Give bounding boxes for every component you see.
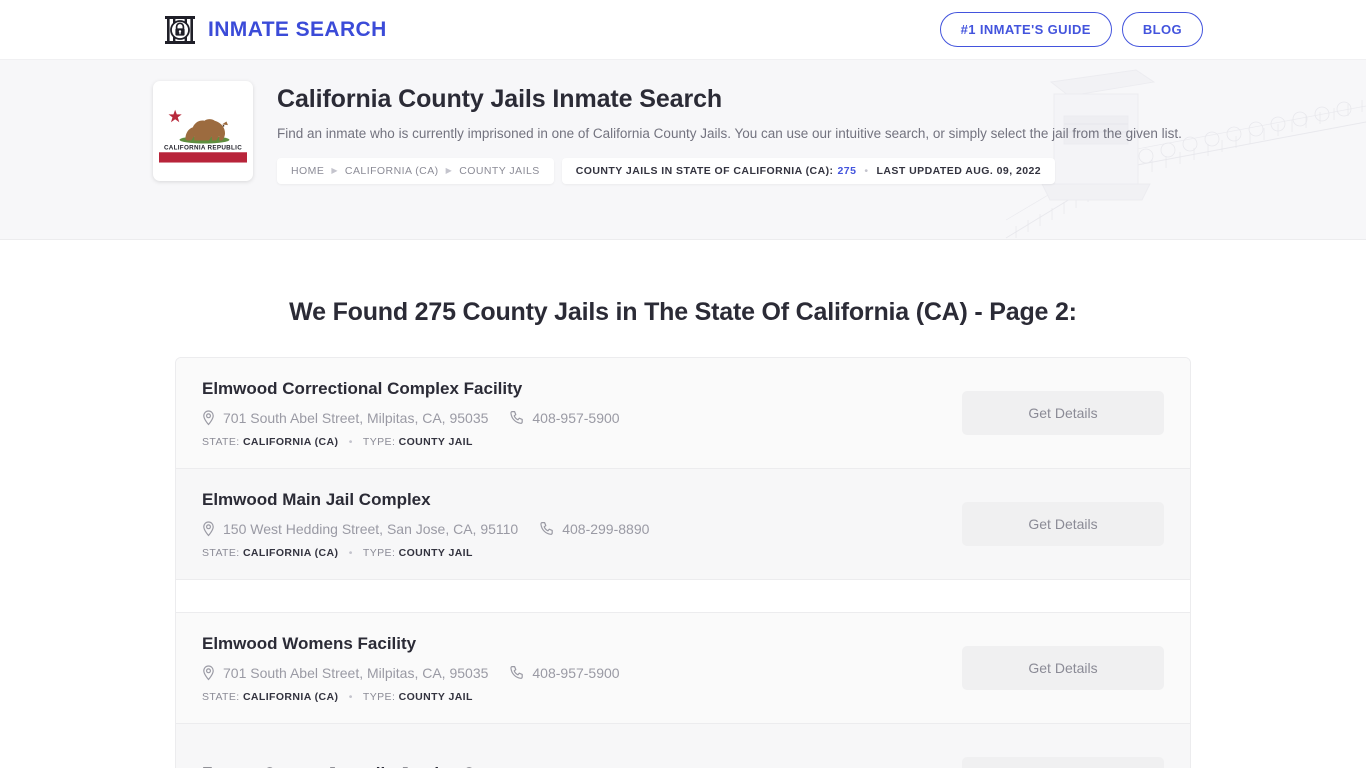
svg-text:CALIFORNIA REPUBLIC: CALIFORNIA REPUBLIC bbox=[164, 144, 242, 151]
type-label: TYPE: bbox=[362, 690, 396, 703]
facility-address-text: 150 West Hedding Street, San Jose, CA, 9… bbox=[223, 520, 519, 537]
breadcrumb-item-state[interactable]: CALIFORNIA (CA) bbox=[345, 165, 439, 177]
facility-phone-text: 408-957-5900 bbox=[532, 664, 620, 681]
state-value: CALIFORNIA (CA) bbox=[242, 690, 339, 703]
stats-last-updated: LAST UPDATED AUG. 09, 2022 bbox=[876, 164, 1042, 177]
facility-phone[interactable]: 408-299-8890 bbox=[540, 521, 649, 537]
facility-address-text: 701 South Abel Street, Milpitas, CA, 950… bbox=[223, 409, 489, 426]
brand-home-link[interactable]: INMATE SEARCH bbox=[163, 13, 387, 47]
facility-name[interactable]: Elmwood Correctional Complex Facility bbox=[202, 379, 962, 399]
facility-phone[interactable]: 408-957-5900 bbox=[510, 664, 620, 681]
facility-info: Elmwood Correctional Complex Facility 70… bbox=[202, 379, 962, 448]
facility-address: 701 South Abel Street, Milpitas, CA, 950… bbox=[202, 410, 488, 426]
stats-label: COUNTY JAILS IN STATE OF CALIFORNIA (CA)… bbox=[575, 164, 834, 177]
facility-name[interactable]: Elmwood Main Jail Complex bbox=[202, 490, 962, 510]
get-details-button[interactable]: Get Details bbox=[962, 502, 1164, 546]
stats-badge: COUNTY JAILS IN STATE OF CALIFORNIA (CA)… bbox=[561, 157, 1056, 184]
breadcrumb-item-county-jails[interactable]: COUNTY JAILS bbox=[459, 165, 539, 177]
facility-name[interactable]: Elmwood Womens Facility bbox=[202, 634, 962, 654]
list-item[interactable]: Fresno County Juvenile Justice Campus Ge… bbox=[176, 724, 1190, 768]
facility-contact: 701 South Abel Street, Milpitas, CA, 950… bbox=[202, 410, 962, 426]
get-details-button[interactable]: Get Details bbox=[962, 646, 1164, 690]
facility-contact: 701 South Abel Street, Milpitas, CA, 950… bbox=[202, 665, 962, 681]
facility-tags: STATE: CALIFORNIA (CA) • TYPE: COUNTY JA… bbox=[202, 436, 962, 448]
phone-icon bbox=[510, 410, 524, 425]
phone-icon bbox=[510, 665, 524, 680]
map-pin-icon bbox=[202, 664, 215, 681]
facility-tags: STATE: CALIFORNIA (CA) • TYPE: COUNTY JA… bbox=[202, 547, 962, 559]
main-content: We Found 275 County Jails in The State O… bbox=[0, 240, 1366, 768]
type-label: TYPE: bbox=[362, 546, 396, 559]
type-value: COUNTY JAIL bbox=[398, 546, 473, 559]
page-title: California County Jails Inmate Search bbox=[277, 85, 723, 113]
phone-icon bbox=[540, 521, 554, 536]
hero-body: California County Jails Inmate Search Fi… bbox=[277, 81, 1203, 184]
state-value: CALIFORNIA (CA) bbox=[242, 546, 339, 559]
facility-tags: STATE: CALIFORNIA (CA) • TYPE: COUNTY JA… bbox=[202, 691, 962, 703]
inline-spacer-slot bbox=[176, 580, 1190, 613]
facility-phone-text: 408-299-8890 bbox=[562, 520, 650, 537]
california-flag-icon: CALIFORNIA REPUBLIC bbox=[153, 81, 253, 181]
tag-separator: • bbox=[348, 546, 353, 559]
page-description: Find an inmate who is currently imprison… bbox=[277, 126, 1182, 141]
chevron-right-icon: ▶ bbox=[445, 166, 453, 176]
type-value: COUNTY JAIL bbox=[398, 435, 473, 448]
facility-address-text: 701 South Abel Street, Milpitas, CA, 950… bbox=[223, 664, 489, 681]
get-details-button[interactable]: Get Details bbox=[962, 391, 1164, 435]
blog-button[interactable]: BLOG bbox=[1121, 12, 1203, 47]
facility-phone[interactable]: 408-957-5900 bbox=[510, 409, 620, 426]
facility-phone-text: 408-957-5900 bbox=[532, 409, 620, 426]
state-value: CALIFORNIA (CA) bbox=[242, 435, 339, 448]
list-item[interactable]: Elmwood Main Jail Complex 150 West Heddi… bbox=[176, 469, 1190, 580]
facility-address: 701 South Abel Street, Milpitas, CA, 950… bbox=[202, 665, 488, 681]
breadcrumb-item-home[interactable]: HOME bbox=[291, 165, 324, 177]
state-label: STATE: bbox=[202, 690, 240, 703]
facility-address: 150 West Hedding Street, San Jose, CA, 9… bbox=[202, 521, 518, 537]
facility-info: Elmwood Womens Facility 701 South Abel S… bbox=[202, 634, 962, 703]
meta-row: HOME ▶ CALIFORNIA (CA) ▶ COUNTY JAILS CO… bbox=[277, 157, 1203, 184]
state-label: STATE: bbox=[202, 435, 240, 448]
tag-separator: • bbox=[348, 690, 353, 703]
hero-section: CALIFORNIA REPUBLIC California County Ja… bbox=[0, 60, 1366, 240]
list-item[interactable]: Elmwood Womens Facility 701 South Abel S… bbox=[176, 613, 1190, 724]
facility-info: Fresno County Juvenile Justice Campus bbox=[202, 764, 962, 768]
jail-lock-icon bbox=[163, 13, 197, 47]
stats-separator: • bbox=[864, 164, 869, 177]
header-actions: #1 INMATE'S GUIDE BLOG bbox=[939, 12, 1203, 47]
type-label: TYPE: bbox=[362, 435, 396, 448]
facility-info: Elmwood Main Jail Complex 150 West Heddi… bbox=[202, 490, 962, 559]
results-heading: We Found 275 County Jails in The State O… bbox=[289, 298, 1077, 326]
get-details-button[interactable]: Get Details bbox=[962, 757, 1164, 768]
facility-name[interactable]: Fresno County Juvenile Justice Campus bbox=[202, 764, 962, 768]
site-header: INMATE SEARCH #1 INMATE'S GUIDE BLOG bbox=[0, 0, 1366, 60]
state-label: STATE: bbox=[202, 546, 240, 559]
list-item[interactable]: Elmwood Correctional Complex Facility 70… bbox=[176, 358, 1190, 469]
stats-count: 275 bbox=[837, 164, 857, 177]
map-pin-icon bbox=[202, 520, 215, 537]
breadcrumb: HOME ▶ CALIFORNIA (CA) ▶ COUNTY JAILS bbox=[277, 157, 554, 184]
chevron-right-icon: ▶ bbox=[331, 166, 338, 176]
type-value: COUNTY JAIL bbox=[398, 690, 473, 703]
inmates-guide-button[interactable]: #1 INMATE'S GUIDE bbox=[939, 12, 1112, 47]
tag-separator: • bbox=[348, 435, 353, 448]
results-list: Elmwood Correctional Complex Facility 70… bbox=[175, 357, 1191, 768]
map-pin-icon bbox=[202, 409, 215, 426]
brand-name: INMATE SEARCH bbox=[208, 17, 387, 41]
facility-contact: 150 West Hedding Street, San Jose, CA, 9… bbox=[202, 521, 962, 537]
